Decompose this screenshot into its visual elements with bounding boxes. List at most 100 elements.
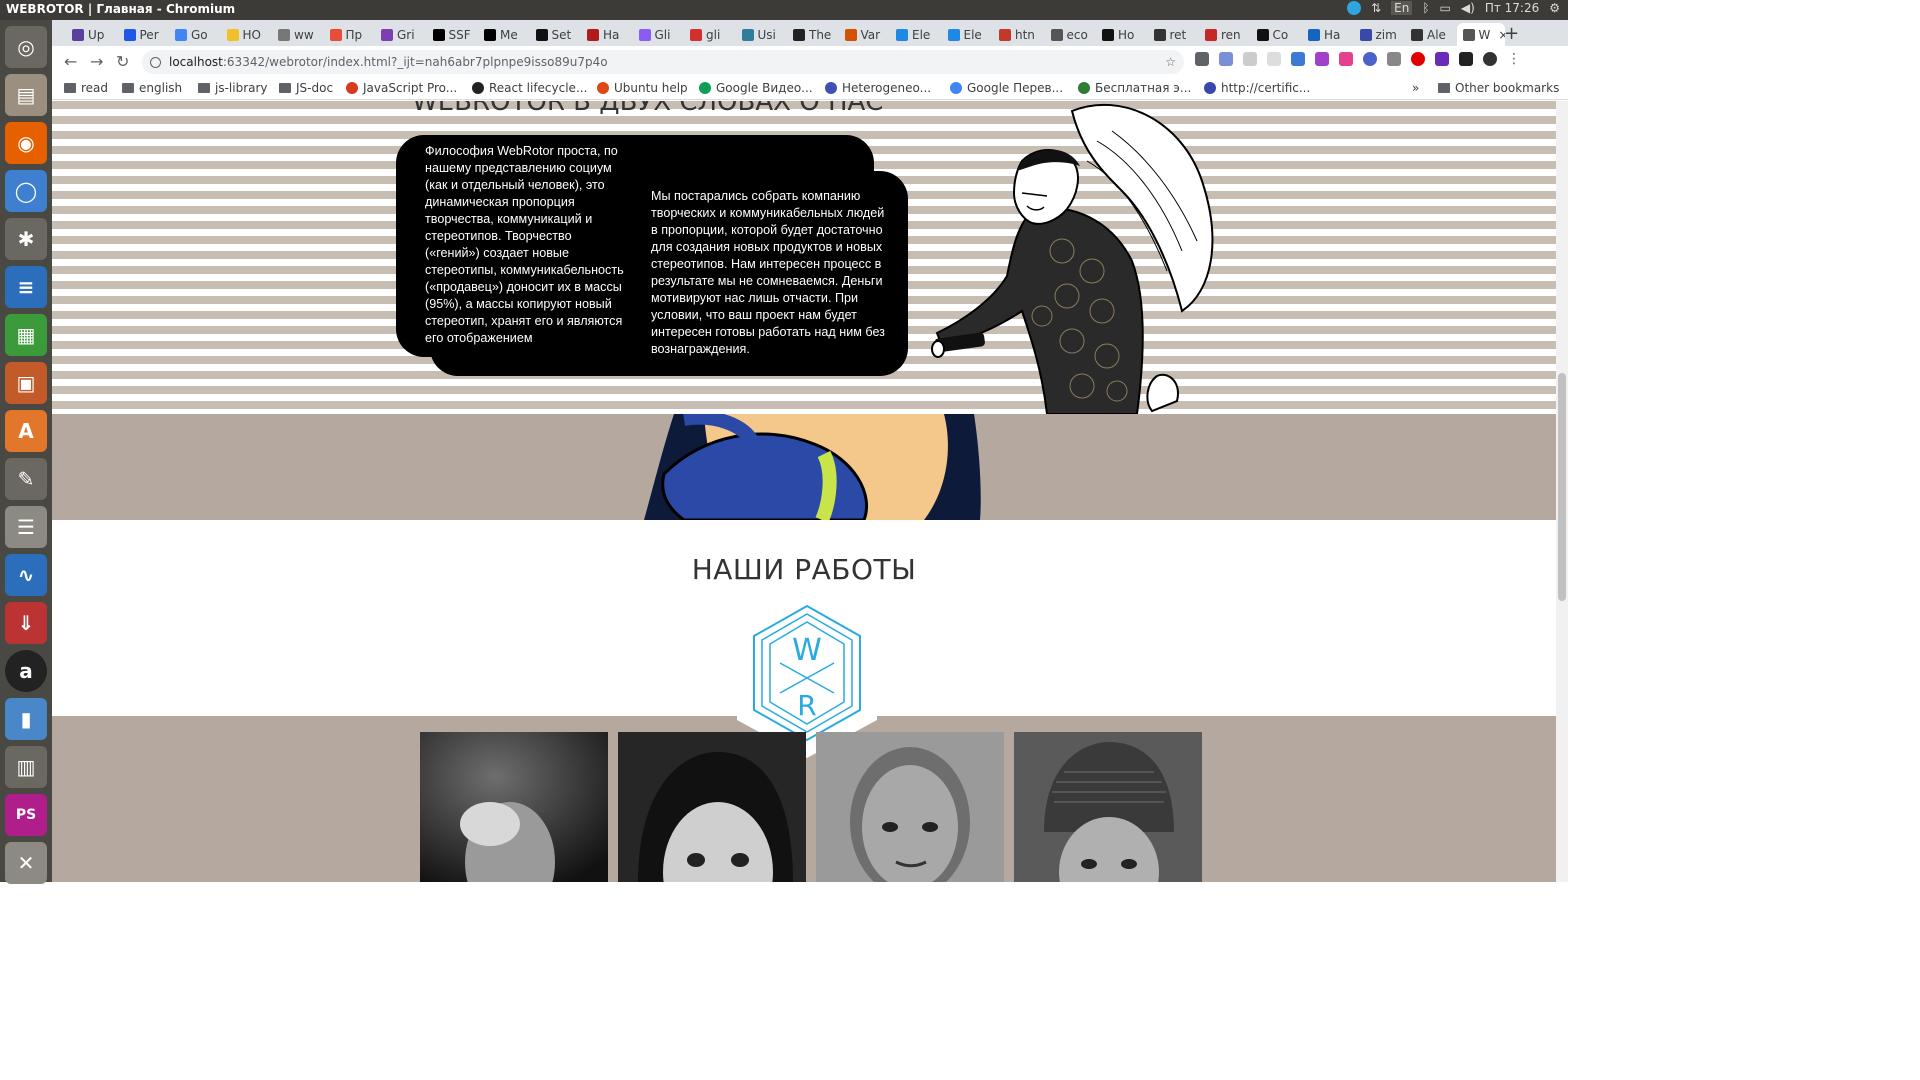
tab-favicon-icon xyxy=(793,28,805,41)
reload-icon[interactable]: ↻ xyxy=(116,52,129,71)
tab[interactable]: HO xyxy=(221,23,271,46)
menu-icon[interactable]: ⋮ xyxy=(1507,52,1521,66)
tab[interactable]: ww xyxy=(272,23,322,46)
forward-icon[interactable]: → xyxy=(90,52,103,71)
software-center-icon[interactable]: A xyxy=(5,410,47,452)
impress-icon[interactable]: ▣ xyxy=(5,362,47,404)
tab[interactable]: На xyxy=(581,23,631,46)
tab-strip: Up Per Go HO ww Пр Gri SSF Me Set На Gli gli Usi The Va… xyxy=(52,20,1568,46)
telegram-icon[interactable] xyxy=(1347,1,1362,15)
tab[interactable]: Up xyxy=(66,23,116,46)
tab[interactable]: ren xyxy=(1199,23,1249,46)
bookmark-folder[interactable]: JS-doc xyxy=(279,81,333,95)
calc-icon[interactable]: ▦ xyxy=(5,314,47,356)
extension-icon[interactable] xyxy=(1267,52,1281,66)
tab[interactable]: Ele xyxy=(942,23,992,46)
tab[interactable]: Me xyxy=(478,23,528,46)
tab[interactable]: Set xyxy=(530,23,580,46)
extension-icon[interactable] xyxy=(1411,52,1425,66)
portrait-photo-2[interactable] xyxy=(618,732,806,882)
tab[interactable]: Пр xyxy=(324,23,374,46)
gloved-hand-illustration xyxy=(644,414,981,520)
extension-icon[interactable] xyxy=(1459,52,1473,66)
firefox-icon[interactable]: ◉ xyxy=(5,122,47,164)
tab[interactable]: SSF xyxy=(427,23,477,46)
tab[interactable]: Co xyxy=(1251,23,1301,46)
bookmark-link[interactable]: Ubuntu help xyxy=(597,81,688,95)
tab-label: Ele xyxy=(963,27,982,42)
extension-icon[interactable] xyxy=(1339,52,1353,66)
extension-icon[interactable] xyxy=(1315,52,1329,66)
phpstorm-icon[interactable]: PS xyxy=(5,794,47,836)
bookmark-link[interactable]: Google Видео... xyxy=(699,81,813,95)
thermometer-icon[interactable]: ▮ xyxy=(5,698,47,740)
bookmark-folder[interactable]: js-library xyxy=(198,81,268,95)
tab-label: gli xyxy=(706,27,721,42)
extension-icon[interactable] xyxy=(1291,52,1305,66)
page-scrollbar[interactable] xyxy=(1556,101,1568,882)
tab[interactable]: htn xyxy=(993,23,1043,46)
scrollbar-thumb[interactable] xyxy=(1558,373,1566,601)
bookmark-link[interactable]: Бесплатная э... xyxy=(1078,81,1191,95)
portrait-photo-3[interactable] xyxy=(816,732,1004,882)
other-bookmarks[interactable]: Other bookmarks xyxy=(1438,81,1559,95)
slack-icon[interactable]: ✱ xyxy=(5,218,47,260)
installer-icon[interactable]: ⇓ xyxy=(5,602,47,644)
address-bar[interactable]: localhost:63342/webrotor/index.html?_ijt… xyxy=(142,50,1184,74)
library-icon[interactable]: ▥ xyxy=(5,746,47,788)
ubuntu-dash-icon[interactable]: ◎ xyxy=(5,26,47,68)
tab[interactable]: The xyxy=(787,23,837,46)
bookmark-folder[interactable]: english xyxy=(122,81,182,95)
bookmarks-overflow-button[interactable]: » xyxy=(1412,81,1419,95)
bookmark-link[interactable]: http://certific... xyxy=(1204,81,1310,95)
tab-active[interactable]: W × xyxy=(1456,23,1505,46)
tab[interactable]: Ha xyxy=(1302,23,1352,46)
tab[interactable]: Per xyxy=(118,23,168,46)
bookmark-link[interactable]: Heterogeneo... xyxy=(825,81,931,95)
extension-icon[interactable] xyxy=(1387,52,1401,66)
amazon-icon[interactable]: a xyxy=(5,650,47,692)
files-icon[interactable]: ▤ xyxy=(5,74,47,116)
keyboard-layout[interactable]: En xyxy=(1391,1,1413,15)
star-icon[interactable]: ☆ xyxy=(1165,55,1176,69)
chromium-icon[interactable]: ◯ xyxy=(5,170,47,212)
tab[interactable]: Gri xyxy=(375,23,425,46)
extension-icon[interactable] xyxy=(1219,52,1233,66)
bluetooth-icon[interactable]: ᛒ xyxy=(1422,1,1429,15)
tab[interactable]: eco xyxy=(1045,23,1095,46)
text-editor-icon[interactable]: ☰ xyxy=(5,506,47,548)
tab[interactable]: ret xyxy=(1148,23,1198,46)
bookmark-link[interactable]: Google Перев... xyxy=(950,81,1063,95)
tab[interactable]: Ale xyxy=(1405,23,1455,46)
trash-icon[interactable]: ✕ xyxy=(5,842,47,884)
gear-icon[interactable]: ⚙ xyxy=(1549,1,1560,15)
tab[interactable]: gli xyxy=(684,23,734,46)
bookmark-link[interactable]: JavaScript Pro... xyxy=(346,81,457,95)
bookmark-folder[interactable]: read xyxy=(64,81,108,95)
network-icon[interactable]: ⇅ xyxy=(1371,1,1381,15)
back-icon[interactable]: ← xyxy=(64,52,77,71)
tab[interactable]: Ho xyxy=(1096,23,1146,46)
portrait-photo-1[interactable] xyxy=(420,732,608,882)
volume-icon[interactable]: ◀) xyxy=(1461,1,1475,15)
tab[interactable]: Go xyxy=(169,23,219,46)
clock[interactable]: Пт 17:26 xyxy=(1485,1,1539,15)
new-tab-button[interactable]: + xyxy=(1504,23,1519,44)
profile-icon[interactable] xyxy=(1483,52,1497,66)
bookmark-link[interactable]: React lifecycle... xyxy=(472,81,587,95)
tab[interactable]: zim xyxy=(1354,23,1404,46)
tab[interactable]: Usi xyxy=(736,23,786,46)
tab[interactable]: Var xyxy=(839,23,889,46)
extension-icon[interactable] xyxy=(1243,52,1257,66)
extension-icon[interactable] xyxy=(1195,52,1209,66)
tab[interactable]: Gli xyxy=(633,23,683,46)
extension-icon[interactable] xyxy=(1435,52,1449,66)
site-info-icon[interactable] xyxy=(150,56,161,68)
settings-icon[interactable]: ✎ xyxy=(5,458,47,500)
extension-icon[interactable] xyxy=(1363,52,1377,66)
system-monitor-icon[interactable]: ∿ xyxy=(5,554,47,596)
tab[interactable]: Ele xyxy=(890,23,940,46)
battery-icon[interactable]: ▭ xyxy=(1440,1,1451,15)
writer-icon[interactable]: ≡ xyxy=(5,266,47,308)
portrait-photo-4[interactable] xyxy=(1014,732,1202,882)
